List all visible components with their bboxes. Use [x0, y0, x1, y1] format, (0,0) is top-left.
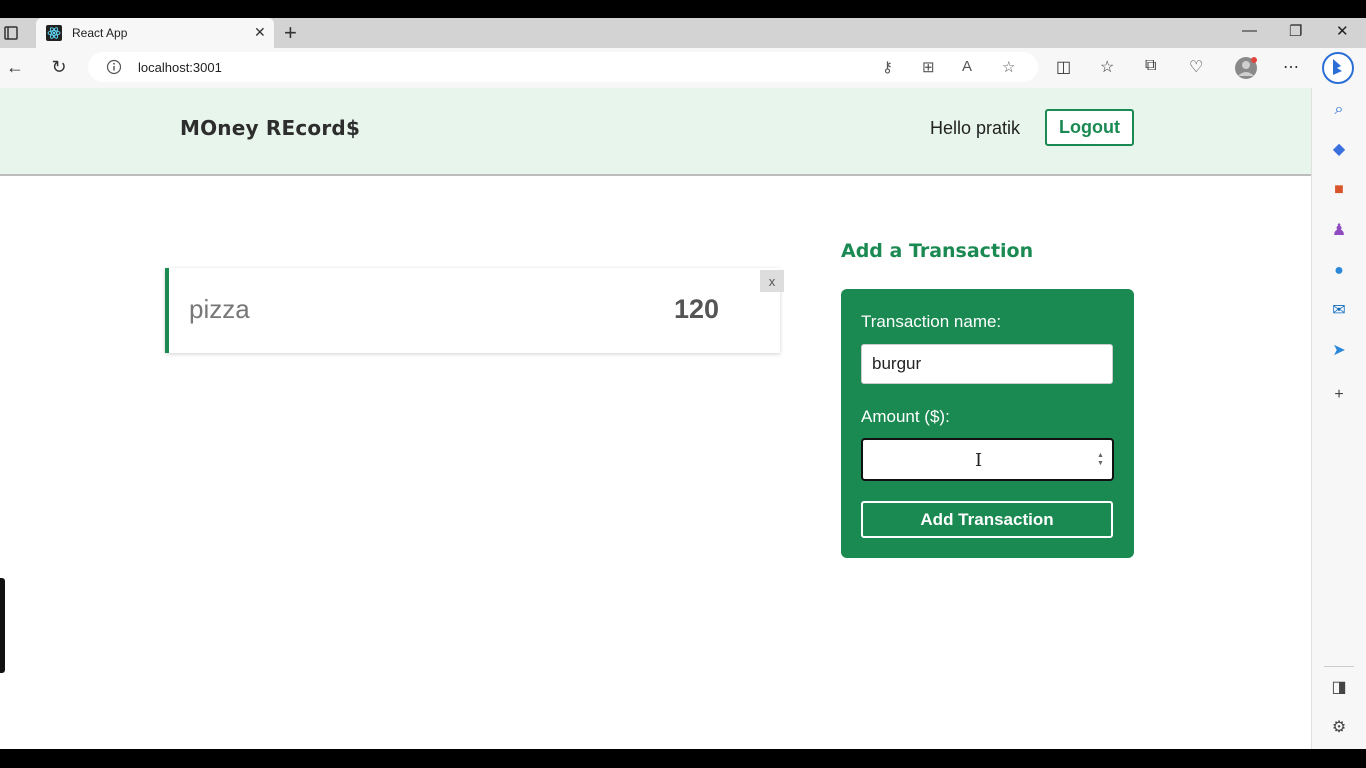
- app-page: MOney REcord$ Hello pratik Logout pizza …: [0, 88, 1311, 749]
- apps-icon[interactable]: ⊞: [922, 58, 935, 76]
- favorite-star-icon[interactable]: ☆: [1002, 58, 1015, 76]
- react-favicon-icon: [46, 25, 62, 41]
- outlook-icon[interactable]: ✉: [1329, 301, 1349, 321]
- amount-label: Amount ($):: [861, 407, 950, 426]
- add-transaction-button[interactable]: Add Transaction: [861, 501, 1113, 538]
- transaction-amount: 120: [674, 294, 720, 324]
- restore-icon[interactable]: ❐: [1289, 22, 1302, 40]
- brand-title: MOney REcord$: [180, 116, 361, 140]
- text-cursor-icon: I: [975, 450, 983, 471]
- favorites-icon[interactable]: ☆: [1100, 57, 1114, 77]
- shopping-tag-icon[interactable]: ◆: [1329, 140, 1349, 160]
- app-header: MOney REcord$ Hello pratik Logout: [0, 88, 1311, 176]
- transaction-name: pizza: [189, 294, 250, 324]
- read-aloud-icon[interactable]: A: [962, 58, 972, 75]
- search-icon[interactable]: ⌕: [1329, 100, 1349, 120]
- add-transaction-form: Transaction name: burgur Amount ($): I ▲…: [841, 289, 1134, 558]
- user-greeting: Hello pratik: [930, 118, 1021, 138]
- tab-title: React App: [72, 26, 128, 40]
- collections-icon[interactable]: ⧉: [1145, 57, 1156, 75]
- tab-actions-icon[interactable]: [2, 24, 20, 42]
- browser-tab-bar: React App ✕ + — ❐ ✕: [0, 18, 1366, 48]
- amount-input[interactable]: I ▲ ▼: [861, 438, 1114, 481]
- transaction-item: pizza 120 x: [165, 268, 784, 353]
- close-window-icon[interactable]: ✕: [1336, 22, 1349, 40]
- new-tab-icon[interactable]: +: [284, 20, 297, 46]
- tools-icon[interactable]: ■: [1329, 180, 1349, 200]
- transaction-name-input[interactable]: burgur: [861, 344, 1113, 384]
- browser-toolbar: ← ↻ localhost:3001 ⚷ ⊞ A ☆ ◫ ☆ ⧉ ♡ ⋯: [0, 48, 1366, 88]
- transaction-name-label: Transaction name:: [861, 312, 1002, 331]
- split-screen-icon[interactable]: ◫: [1056, 57, 1071, 77]
- screen: React App ✕ + — ❐ ✕ ← ↻ localhost:3001 ⚷…: [0, 0, 1366, 768]
- tab-close-icon[interactable]: ✕: [254, 24, 266, 41]
- site-info-icon[interactable]: [106, 59, 122, 75]
- browser-sidebar: ⌕ ◆ ■ ♟ ● ✉ ➤ + ◨ ⚙: [1311, 88, 1366, 749]
- sidebar-divider: [1324, 666, 1354, 667]
- url-text: localhost:3001: [138, 60, 222, 75]
- delete-transaction-button[interactable]: x: [760, 270, 784, 292]
- hide-sidebar-icon[interactable]: ◨: [1329, 678, 1349, 698]
- refresh-icon[interactable]: ↻: [48, 56, 70, 78]
- add-sidebar-app-icon[interactable]: +: [1329, 385, 1349, 405]
- address-bar[interactable]: localhost:3001 ⚷ ⊞ A ☆: [88, 52, 1038, 82]
- key-icon[interactable]: ⚷: [882, 58, 893, 76]
- microsoft-365-icon[interactable]: ●: [1329, 261, 1349, 281]
- browser-tab[interactable]: React App ✕: [36, 18, 274, 48]
- edge-overlay: [0, 578, 5, 673]
- browser-essentials-icon[interactable]: ♡: [1189, 57, 1203, 77]
- back-icon[interactable]: ←: [4, 56, 26, 78]
- more-menu-icon[interactable]: ⋯: [1283, 57, 1299, 77]
- minimize-icon[interactable]: —: [1242, 22, 1257, 39]
- bing-copilot-icon[interactable]: [1322, 52, 1354, 84]
- settings-gear-icon[interactable]: ⚙: [1329, 718, 1349, 738]
- profile-avatar-icon[interactable]: [1234, 56, 1258, 80]
- form-title: Add a Transaction: [841, 240, 1034, 262]
- drop-icon[interactable]: ➤: [1329, 341, 1349, 361]
- games-icon[interactable]: ♟: [1329, 221, 1349, 241]
- number-spinner-icon[interactable]: ▲ ▼: [1097, 452, 1104, 468]
- logout-button[interactable]: Logout: [1045, 109, 1134, 146]
